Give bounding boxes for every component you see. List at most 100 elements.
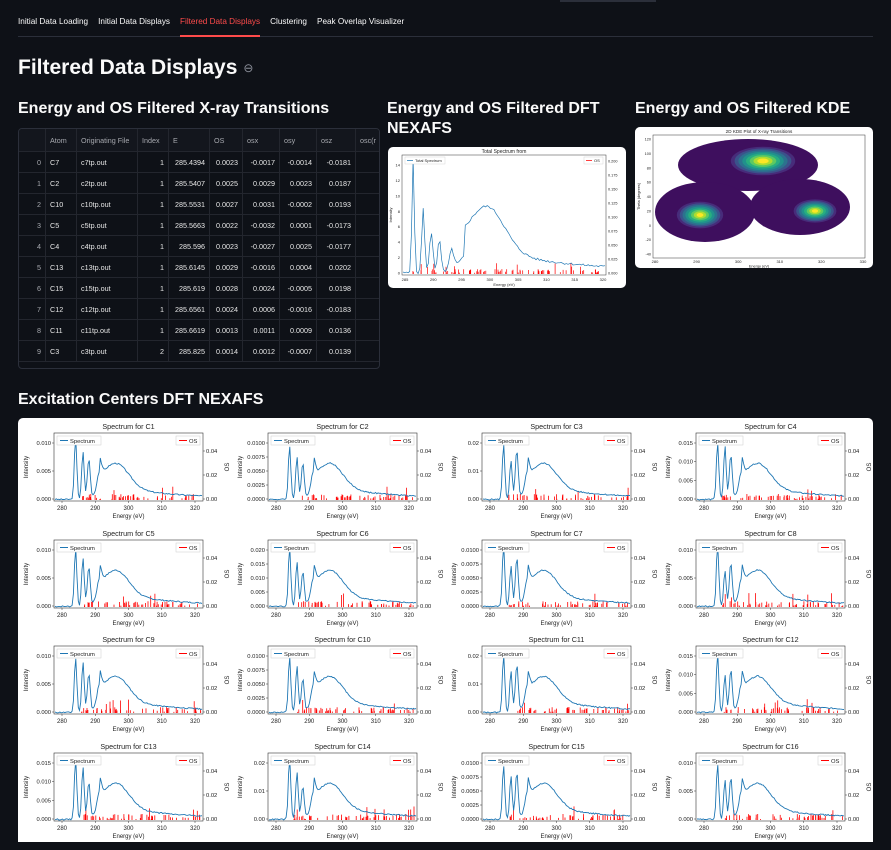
x-tick-label: 290: [304, 613, 315, 619]
table-row[interactable]: 8 C11 c11tp.out 1 285.6619 0.0013 0.0011 0.0009…: [19, 319, 379, 341]
table-row[interactable]: 0 C7 c7tp.out 1 285.4394 0.0023 -0.0017 -0.0014…: [19, 151, 379, 173]
y-tick-label: 40: [647, 195, 651, 199]
column-header[interactable]: Index: [137, 129, 169, 152]
x-tick-label: 320: [404, 613, 415, 619]
table-cell: C2: [45, 172, 77, 194]
x-tick-label: 320: [404, 719, 415, 725]
link-icon[interactable]: ⊖: [243, 61, 253, 75]
x-tick-label: 320: [600, 277, 607, 282]
x-tick-label: 280: [271, 719, 282, 725]
y2-tick-label: 0.04: [634, 769, 646, 775]
x-tick-label: 290: [90, 613, 101, 619]
x-tick-label: 310: [157, 506, 168, 512]
legend-os: OS: [175, 755, 201, 765]
tab-initial-data-loading[interactable]: Initial Data Loading: [18, 10, 88, 35]
table-row[interactable]: 7 C12 c12tp.out 1 285.6561 0.0024 0.0006 -0.001…: [19, 298, 379, 320]
spectrum-line: [482, 655, 631, 714]
x-tick-label: 280: [485, 826, 496, 832]
table-cell: [355, 277, 379, 299]
x-tick-label: 300: [337, 506, 348, 512]
table-row[interactable]: 4 C4 c4tp.out 1 285.596 0.0023 -0.0027 0.0025 -0…: [19, 235, 379, 257]
x-tick-label: 290: [732, 719, 743, 725]
panel-title: Spectrum for C2: [316, 422, 368, 431]
panel-title: Spectrum for C6: [316, 529, 368, 538]
spectrum-panel: Spectrum for C15 280 290 300 310 320 Energy (e…: [448, 739, 661, 850]
legend-label: OS: [403, 546, 412, 552]
y2-axis-label: OS: [439, 782, 445, 791]
table-cell: 0.0023: [209, 151, 243, 173]
y-tick-label: 0.005: [250, 590, 265, 596]
x-tick-label: 290: [518, 506, 529, 512]
panel-title: Spectrum for C9: [102, 635, 154, 644]
tab-filtered-data-displays[interactable]: Filtered Data Displays: [180, 10, 261, 37]
column-header[interactable]: osc(r: [355, 129, 379, 152]
y2-tick-label: 0.025: [608, 258, 618, 262]
legend-label: Spectrum: [284, 546, 309, 552]
tab-peak-overlap-visualizer[interactable]: Peak Overlap Visualizer: [317, 10, 404, 35]
y-tick-label: 0.000: [678, 817, 693, 823]
y2-tick-label: 0.050: [608, 244, 618, 248]
table-row[interactable]: 2 C10 c10tp.out 1 285.5531 0.0027 0.0031 -0.000…: [19, 193, 379, 215]
table-cell: [355, 235, 379, 257]
spectrum-panel: Spectrum for C2 280 290 300 310 320 Energy (eV…: [234, 419, 447, 530]
tab-initial-data-displays[interactable]: Initial Data Displays: [98, 10, 170, 35]
table-cell: -0.0017: [242, 151, 280, 173]
legend-os: OS: [603, 648, 629, 659]
column-header[interactable]: osz: [316, 129, 356, 152]
x-axis-label: Energy (eV): [754, 514, 786, 520]
legend-label: Spectrum: [70, 759, 95, 765]
table-row[interactable]: 6 C15 c15tp.out 1 285.619 0.0028 0.0024 -0.0005…: [19, 277, 379, 299]
table-cell: [355, 214, 379, 236]
table-cell: 0.0022: [209, 214, 243, 236]
x-axis-label: Energy (eV): [754, 621, 786, 627]
table-cell: 5: [19, 256, 46, 278]
y-axis-label: Intensity: [24, 669, 30, 691]
column-header[interactable]: Atom: [45, 129, 77, 152]
table-row[interactable]: 3 C5 c5tp.out 1 285.5663 0.0022 -0.0032 0.0001-…: [19, 214, 379, 236]
y-tick-label: 0.0025: [247, 483, 265, 489]
table-cell: 285.5531: [168, 193, 210, 215]
table-cell: 285.619: [168, 277, 210, 299]
x-tick-label: 320: [818, 259, 825, 264]
y2-tick-label: 0.02: [634, 793, 645, 799]
column-header[interactable]: [19, 129, 46, 152]
spectrum-line: [54, 548, 203, 607]
legend-spectrum: Spectrum: [484, 755, 530, 765]
spectrum-line: [268, 546, 417, 607]
y-axis-label: Intensity: [238, 562, 244, 584]
legend-os: OS: [817, 755, 843, 765]
panel-title: Spectrum for C4: [744, 422, 796, 431]
y2-tick-label: 0.00: [634, 497, 645, 503]
table-cell: c13tp.out: [76, 256, 138, 278]
y2-tick-label: 0.02: [206, 473, 217, 479]
table-cell: [355, 151, 379, 173]
x-axis-label: Energy (eV): [326, 514, 358, 520]
transitions-table[interactable]: Atom Originating File Index E OS osx osy osz osc…: [18, 128, 380, 369]
legend-os: OS: [389, 648, 415, 659]
y-axis-label: Intensity: [666, 456, 672, 478]
table-row[interactable]: 9 C3 c3tp.out 2 285.825 0.0014 0.0012 -0.0007 0.…: [19, 340, 379, 362]
legend-spectrum: Spectrum: [698, 435, 744, 446]
y2-tick-label: 0.02: [634, 473, 645, 479]
column-header[interactable]: osx: [242, 129, 280, 152]
x-axis-label: Energy (eV): [493, 282, 515, 287]
table-cell: c7tp.out: [76, 151, 138, 173]
table-row[interactable]: 1 C2 c2tp.out 1 285.5407 0.0025 0.0029 0.0023 0.…: [19, 172, 379, 194]
column-header[interactable]: osy: [279, 129, 317, 152]
table-cell: 285.5663: [168, 214, 210, 236]
column-header[interactable]: E: [168, 129, 210, 152]
table-cell: 0.0027: [209, 193, 243, 215]
table-cell: C12: [45, 298, 77, 320]
y2-tick-label: 0.000: [608, 272, 618, 276]
legend-label: OS: [831, 652, 840, 658]
table-cell: c5tp.out: [76, 214, 138, 236]
legend-os: OS: [389, 755, 415, 765]
y2-tick-label: 0.00: [848, 817, 859, 823]
tab-clustering[interactable]: Clustering: [270, 10, 307, 35]
column-header[interactable]: Originating File: [76, 129, 138, 152]
dft-chart-title: Total Spectrum from: [482, 149, 527, 155]
legend-label: OS: [189, 546, 198, 552]
column-header[interactable]: OS: [209, 129, 243, 152]
y2-axis-label: OS: [867, 782, 873, 791]
table-row[interactable]: 5 C13 c13tp.out 1 285.6145 0.0029 -0.0016 0.000…: [19, 256, 379, 278]
